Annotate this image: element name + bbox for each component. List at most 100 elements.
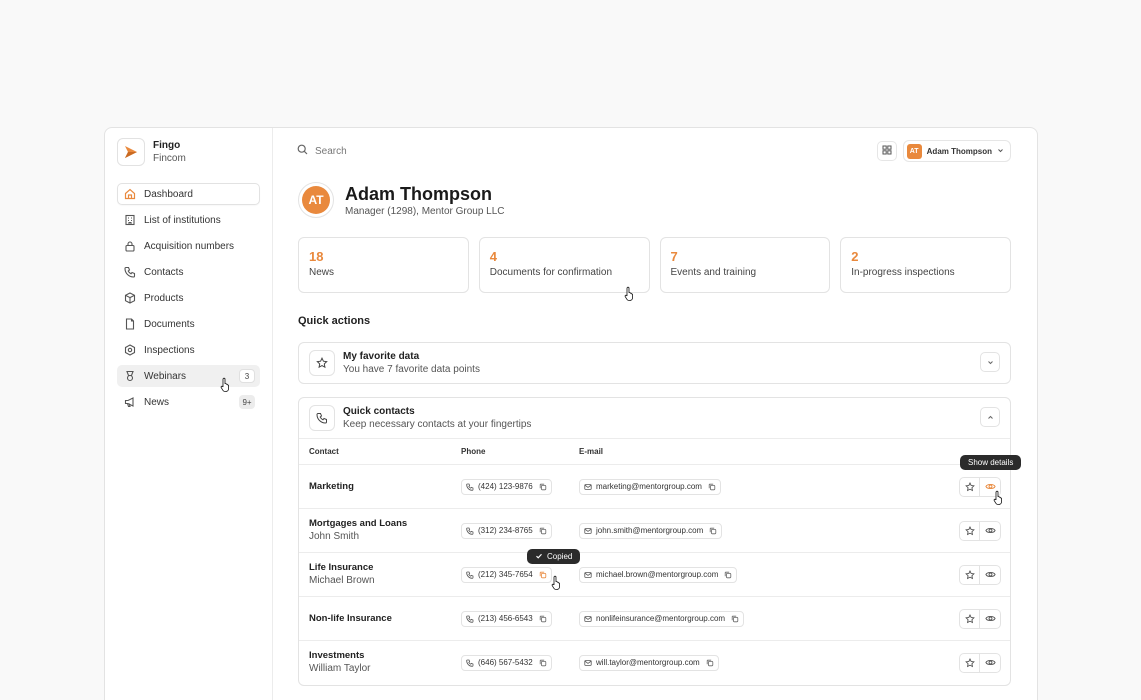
column-phone: Phone bbox=[461, 447, 486, 456]
show-details-button[interactable] bbox=[980, 520, 1001, 541]
phone-number: (212) 345-7654 bbox=[478, 570, 533, 579]
copy-icon[interactable] bbox=[709, 527, 717, 535]
quick-contacts-card: Quick contacts Keep necessary contacts a… bbox=[298, 397, 1011, 686]
contact-name: Non-life Insurance bbox=[309, 612, 392, 624]
hand-cursor-icon bbox=[551, 575, 560, 590]
phone-icon bbox=[466, 483, 474, 491]
search-placeholder: Search bbox=[315, 145, 347, 157]
show-details-button[interactable] bbox=[980, 564, 1001, 585]
lock-icon bbox=[124, 240, 136, 252]
mail-icon bbox=[584, 483, 592, 491]
search-icon bbox=[297, 144, 308, 158]
favorite-data-header[interactable]: My favorite data You have 7 favorite dat… bbox=[299, 343, 1010, 383]
show-details-button[interactable] bbox=[980, 608, 1001, 629]
sidebar-item-label: List of institutions bbox=[144, 214, 221, 226]
expand-button[interactable] bbox=[980, 352, 1000, 372]
sidebar-item-label: Webinars bbox=[144, 370, 187, 382]
mail-icon bbox=[584, 571, 592, 579]
phone-chip[interactable]: (312) 234-8765 bbox=[461, 522, 552, 539]
email-cell: john.smith@mentorgroup.com bbox=[579, 509, 908, 553]
apps-grid-button[interactable] bbox=[876, 141, 897, 161]
contact-cell: Marketing bbox=[299, 465, 461, 509]
table-row: Marketing (424) 123-9876 marketing@mentorg… bbox=[299, 465, 1010, 509]
email-chip[interactable]: marketing@mentorgroup.com bbox=[579, 478, 721, 495]
user-menu-button[interactable]: AT Adam Thompson bbox=[902, 140, 1011, 162]
favorite-button[interactable] bbox=[959, 564, 980, 585]
sidebar-item-webinars[interactable]: Webinars 3 bbox=[117, 365, 260, 387]
phone-icon bbox=[466, 659, 474, 667]
email-chip[interactable]: will.taylor@mentorgroup.com bbox=[579, 654, 719, 671]
copy-icon[interactable] bbox=[724, 571, 732, 579]
avatar: AT bbox=[906, 143, 922, 159]
stat-card-documents[interactable]: 4 Documents for confirmation bbox=[478, 237, 650, 293]
copy-icon[interactable] bbox=[539, 615, 547, 623]
contact-cell: Non-life Insurance bbox=[299, 597, 461, 641]
phone-icon bbox=[124, 266, 136, 278]
star-icon bbox=[964, 525, 975, 536]
sidebar-item-acquisition[interactable]: Acquisition numbers bbox=[117, 235, 260, 257]
quick-actions-title: Quick actions bbox=[298, 315, 371, 327]
phone-chip[interactable]: (213) 456-6543 bbox=[461, 610, 552, 627]
table-row: Non-life Insurance (213) 456-6543 nonlifei… bbox=[299, 597, 1010, 641]
stat-label: News bbox=[309, 267, 335, 278]
box-icon bbox=[124, 292, 136, 304]
stat-card-news[interactable]: 18 News bbox=[298, 237, 469, 293]
copy-icon[interactable] bbox=[539, 527, 547, 535]
stat-label: Events and training bbox=[670, 267, 757, 278]
email-cell: nonlifeinsurance@mentorgroup.com bbox=[579, 597, 908, 641]
user-name: Adam Thompson bbox=[926, 146, 992, 156]
favorite-button[interactable] bbox=[959, 652, 980, 673]
contact-person: Michael Brown bbox=[309, 575, 375, 586]
sidebar-item-dashboard[interactable]: Dashboard bbox=[117, 183, 260, 205]
copy-icon[interactable] bbox=[731, 615, 739, 623]
stat-card-inspections[interactable]: 2 In-progress inspections bbox=[840, 237, 1011, 293]
email-address: marketing@mentorgroup.com bbox=[596, 482, 702, 491]
camera-icon bbox=[124, 344, 136, 356]
fingo-logo-icon bbox=[117, 138, 145, 166]
email-chip[interactable]: john.smith@mentorgroup.com bbox=[579, 522, 723, 539]
favorite-button[interactable] bbox=[959, 476, 980, 497]
stat-card-events[interactable]: 7 Events and training bbox=[659, 237, 831, 293]
sidebar-item-label: Acquisition numbers bbox=[144, 240, 235, 252]
stat-label: Documents for confirmation bbox=[489, 267, 613, 278]
phone-number: (424) 123-9876 bbox=[478, 482, 533, 491]
sidebar-item-label: Documents bbox=[144, 318, 195, 330]
tooltip-text: Show details bbox=[968, 458, 1014, 467]
profile-avatar: AT bbox=[298, 182, 334, 218]
sidebar-item-inspections[interactable]: Inspections bbox=[117, 339, 260, 361]
copy-icon[interactable] bbox=[539, 483, 547, 491]
sidebar-item-institutions[interactable]: List of institutions bbox=[117, 209, 260, 231]
sidebar-item-label: News bbox=[144, 396, 170, 408]
copy-icon[interactable] bbox=[539, 659, 547, 667]
show-details-button[interactable] bbox=[980, 652, 1001, 673]
email-chip[interactable]: nonlifeinsurance@mentorgroup.com bbox=[579, 610, 745, 627]
chevron-down-icon bbox=[987, 353, 994, 371]
sidebar-item-contacts[interactable]: Contacts bbox=[117, 261, 260, 283]
copy-icon[interactable] bbox=[539, 571, 547, 579]
quick-contacts-header[interactable]: Quick contacts Keep necessary contacts a… bbox=[299, 398, 1010, 438]
mail-icon bbox=[584, 527, 592, 535]
sidebar-item-products[interactable]: Products bbox=[117, 287, 260, 309]
copy-icon[interactable] bbox=[708, 483, 716, 491]
favorite-button[interactable] bbox=[959, 520, 980, 541]
copy-icon[interactable] bbox=[706, 659, 714, 667]
phone-chip[interactable]: (424) 123-9876 bbox=[461, 478, 552, 495]
brand[interactable]: Fingo Fincom bbox=[117, 138, 260, 166]
profile-role: Manager (1298), Mentor Group LLC bbox=[345, 205, 505, 217]
favorite-button[interactable] bbox=[959, 608, 980, 629]
phone-chip[interactable]: (646) 567-5432 bbox=[461, 654, 552, 671]
search-input[interactable]: Search bbox=[297, 144, 347, 158]
email-chip[interactable]: michael.brown@mentorgroup.com bbox=[579, 566, 738, 583]
eye-icon bbox=[984, 613, 996, 624]
phone-chip[interactable]: (212) 345-7654 bbox=[461, 566, 552, 583]
collapse-button[interactable] bbox=[980, 407, 1000, 427]
phone-cell: (424) 123-9876 bbox=[461, 465, 579, 509]
sidebar-item-news[interactable]: News 9+ bbox=[117, 391, 260, 413]
contact-cell: Life Insurance Michael Brown bbox=[299, 553, 461, 597]
table-row: Investments William Taylor (646) 567-5432 w… bbox=[299, 641, 1010, 685]
sidebar-item-documents[interactable]: Documents bbox=[117, 313, 260, 335]
eye-icon bbox=[984, 525, 996, 536]
actions-cell bbox=[908, 553, 1010, 597]
profile-header: AT Adam Thompson Manager (1298), Mentor … bbox=[298, 182, 1011, 218]
sidebar: Fingo Fincom Dashboard List of instituti… bbox=[105, 128, 273, 700]
